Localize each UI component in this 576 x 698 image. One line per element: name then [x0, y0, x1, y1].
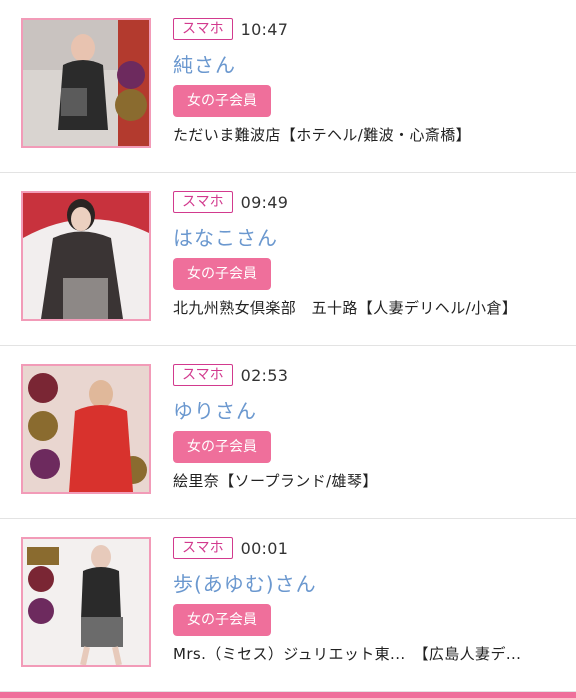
profile-thumbnail[interactable]	[21, 191, 151, 321]
device-badge: スマホ	[173, 18, 233, 40]
girl-name-link[interactable]: はなこさん	[173, 222, 278, 251]
footer-accent-bar	[0, 692, 576, 698]
profile-photo-icon	[23, 539, 149, 665]
profile-photo-icon	[23, 193, 149, 319]
profile-thumbnail[interactable]	[21, 18, 151, 148]
post-time: 02:53	[240, 365, 289, 385]
device-badge: スマホ	[173, 537, 233, 559]
member-badge: 女の子会員	[173, 604, 271, 636]
device-badge: スマホ	[173, 364, 233, 386]
post-time: 00:01	[240, 538, 289, 558]
profile-photo-icon	[23, 366, 149, 492]
girl-name-link[interactable]: ゆりさん	[173, 395, 257, 424]
device-badge: スマホ	[173, 191, 233, 213]
list-item[interactable]: スマホ 10:47 純さん 女の子会員 ただいま難波店【ホテヘル/難波・心斎橋】	[0, 0, 576, 173]
girl-name-link[interactable]: 歩(あゆむ)さん	[173, 568, 317, 597]
diary-list: スマホ 10:47 純さん 女の子会員 ただいま難波店【ホテヘル/難波・心斎橋】…	[0, 0, 576, 692]
post-time: 09:49	[240, 192, 289, 212]
shop-info: Mrs.（ミセス）ジュリエット東... 【広島人妻デ...	[173, 645, 522, 663]
post-time: 10:47	[240, 19, 289, 39]
girl-name-link[interactable]: 純さん	[173, 49, 236, 78]
member-badge: 女の子会員	[173, 431, 271, 463]
post-meta: スマホ 00:01	[173, 536, 288, 560]
shop-info: 絵里奈【ソープランド/雄琴】	[173, 472, 378, 490]
list-item[interactable]: スマホ 02:53 ゆりさん 女の子会員 絵里奈【ソープランド/雄琴】	[0, 346, 576, 519]
member-badge: 女の子会員	[173, 85, 271, 117]
profile-photo-icon	[23, 20, 149, 146]
post-meta: スマホ 09:49	[173, 190, 288, 214]
shop-info: ただいま難波店【ホテヘル/難波・心斎橋】	[173, 126, 472, 144]
post-meta: スマホ 10:47	[173, 17, 288, 41]
post-meta: スマホ 02:53	[173, 363, 288, 387]
profile-thumbnail[interactable]	[21, 364, 151, 494]
list-item[interactable]: スマホ 00:01 歩(あゆむ)さん 女の子会員 Mrs.（ミセス）ジュリエット…	[0, 519, 576, 692]
member-badge: 女の子会員	[173, 258, 271, 290]
shop-info: 北九州熟女倶楽部 五十路【人妻デリヘル/小倉】	[173, 299, 518, 317]
list-item[interactable]: スマホ 09:49 はなこさん 女の子会員 北九州熟女倶楽部 五十路【人妻デリヘ…	[0, 173, 576, 346]
profile-thumbnail[interactable]	[21, 537, 151, 667]
